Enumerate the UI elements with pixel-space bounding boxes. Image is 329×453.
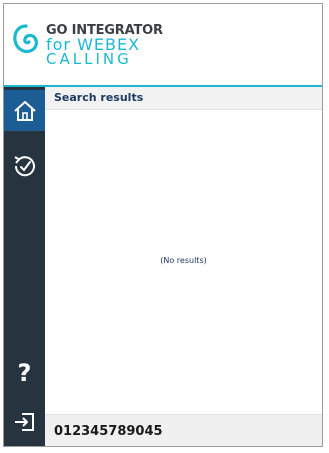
search-results-header: Search results bbox=[45, 87, 322, 110]
history-icon bbox=[13, 155, 35, 176]
sidebar-item-logout[interactable] bbox=[4, 401, 45, 442]
app-window: GO INTEGRATOR for WEBEX CALLING ? Search… bbox=[3, 3, 323, 447]
sidebar: ? bbox=[4, 87, 45, 446]
section-title: Search results bbox=[54, 91, 144, 104]
phone-number-field[interactable]: 012345789045 bbox=[54, 424, 163, 439]
home-icon bbox=[13, 100, 36, 121]
logo-swirl-icon bbox=[13, 24, 38, 54]
sidebar-item-history[interactable] bbox=[4, 145, 45, 186]
help-icon: ? bbox=[17, 358, 32, 387]
app-header: GO INTEGRATOR for WEBEX CALLING bbox=[4, 4, 322, 87]
sidebar-item-home[interactable] bbox=[4, 90, 45, 131]
empty-state-text: (No results) bbox=[160, 256, 207, 265]
dial-input-bar[interactable]: 012345789045 bbox=[45, 414, 322, 446]
logo-text-calling: CALLING bbox=[46, 50, 132, 68]
sidebar-item-help[interactable]: ? bbox=[4, 352, 45, 393]
logout-icon bbox=[14, 412, 34, 431]
